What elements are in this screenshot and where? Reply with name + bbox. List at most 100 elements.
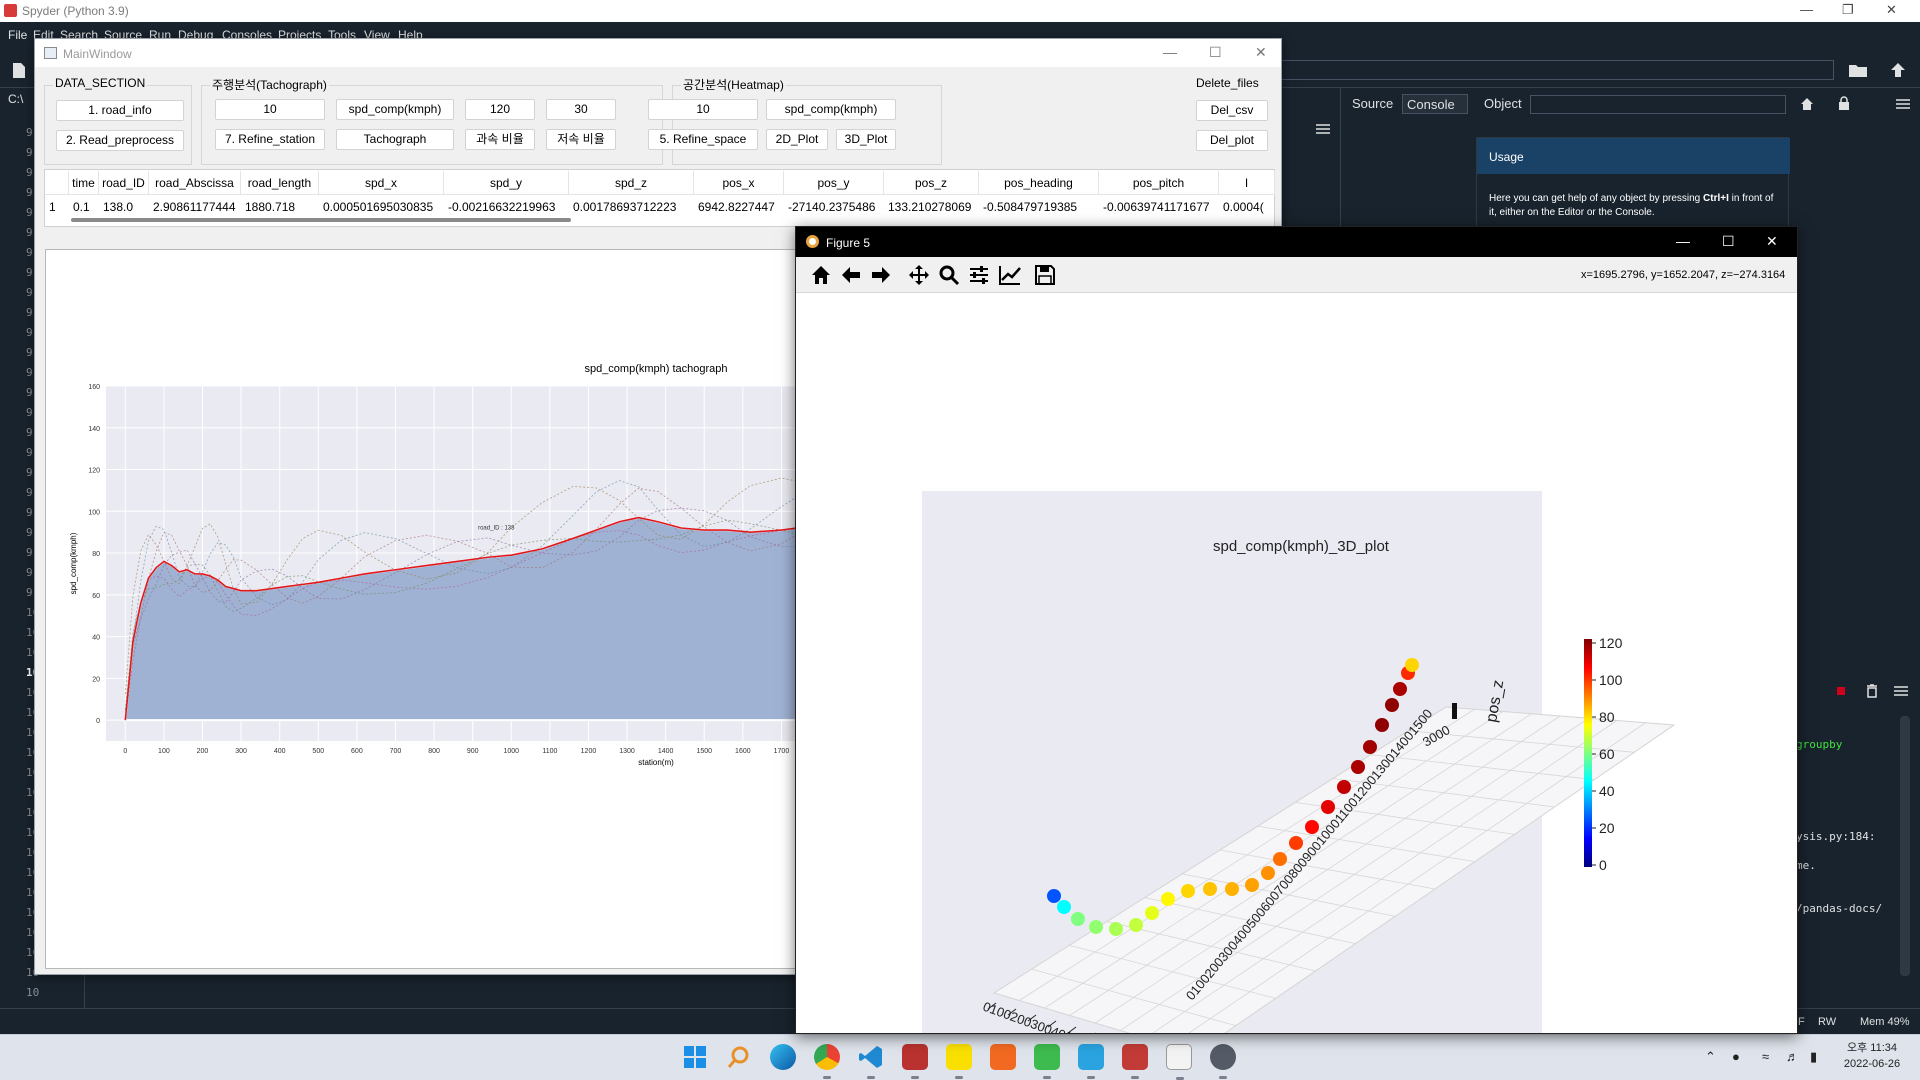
minimize-icon[interactable]: — xyxy=(1163,44,1177,60)
kakaotalk-icon[interactable] xyxy=(946,1044,972,1079)
stop-kernel-icon[interactable] xyxy=(1836,686,1846,696)
settings-gear-icon[interactable] xyxy=(1210,1044,1236,1079)
messenger-icon[interactable] xyxy=(1034,1044,1060,1079)
heatmap-grid-input[interactable]: 10 xyxy=(648,99,758,120)
column-header[interactable]: road_ID xyxy=(99,171,149,195)
minimize-icon[interactable]: — xyxy=(1676,233,1690,249)
speed-point xyxy=(1405,658,1419,672)
new-file-icon[interactable] xyxy=(12,62,26,79)
save-icon[interactable] xyxy=(1034,264,1056,286)
open-folder-icon[interactable] xyxy=(1848,62,1868,78)
maximize-icon[interactable]: ❐ xyxy=(1842,2,1854,18)
tray-app-icon[interactable]: ● xyxy=(1732,1049,1740,1064)
taskbar-clock[interactable]: 오후 11:34 2022-06-26 xyxy=(1832,1040,1912,1072)
refine-station-button[interactable]: 7. Refine_station xyxy=(215,129,325,150)
figure-canvas[interactable]: spd_comp(kmph)_3D_plot 010020030040050060… xyxy=(796,293,1797,1034)
delete-plot-button[interactable]: Del_plot xyxy=(1196,130,1268,151)
table-cell[interactable]: -0.00639741171677 xyxy=(1099,196,1219,218)
column-header[interactable]: road_Abscissa xyxy=(149,171,241,195)
table-cell[interactable]: 0.1 xyxy=(69,196,99,218)
column-header[interactable]: pos_y xyxy=(784,171,884,195)
column-header[interactable]: spd_y xyxy=(444,171,569,195)
column-header[interactable]: I xyxy=(1219,171,1275,195)
table-cell[interactable]: 0.000501695030835 xyxy=(319,196,444,218)
document-icon[interactable] xyxy=(1166,1044,1192,1080)
column-header[interactable]: time xyxy=(69,171,99,195)
tacho-over-speed-input[interactable]: 120 xyxy=(465,99,535,120)
data-table[interactable]: time road_ID road_Abscissa road_length s… xyxy=(44,169,1275,227)
close-icon[interactable]: ✕ xyxy=(1766,233,1778,250)
column-header[interactable]: spd_x xyxy=(319,171,444,195)
maximize-icon[interactable]: ☐ xyxy=(1722,233,1735,250)
column-header[interactable]: pos_heading xyxy=(979,171,1099,195)
table-cell[interactable]: 133.210278069 xyxy=(884,196,979,218)
notepad-icon[interactable] xyxy=(1078,1044,1104,1079)
volume-icon[interactable]: ♬ xyxy=(1786,1049,1799,1064)
table-cell[interactable]: -27140.2375486 xyxy=(784,196,884,218)
tray-chevron-icon[interactable]: ⌃ xyxy=(1705,1049,1716,1065)
column-header[interactable]: road_length xyxy=(241,171,319,195)
row-index[interactable]: 1 xyxy=(45,196,69,218)
spyder-icon-2[interactable] xyxy=(1122,1044,1148,1079)
battery-icon[interactable]: ▮ xyxy=(1810,1049,1817,1065)
help-object-input[interactable] xyxy=(1530,95,1786,114)
editor-options-icon[interactable] xyxy=(1316,124,1330,134)
table-cell[interactable]: 2.90861177444 xyxy=(149,196,241,218)
configure-icon[interactable] xyxy=(968,264,990,286)
console-options-icon[interactable] xyxy=(1894,686,1908,696)
heatmap-field-select[interactable]: spd_comp(kmph) xyxy=(766,99,896,120)
minimize-icon[interactable]: — xyxy=(1800,2,1813,17)
zoom-icon[interactable] xyxy=(938,264,960,286)
search-icon[interactable] xyxy=(726,1044,752,1070)
read-preprocess-button[interactable]: 2. Read_preprocess xyxy=(56,130,184,151)
chrome-icon[interactable] xyxy=(814,1044,840,1079)
spyder-taskbar-icon[interactable] xyxy=(902,1044,928,1079)
menu-file[interactable]: File xyxy=(8,28,27,42)
table-cell[interactable]: -0.00216632219963 xyxy=(444,196,569,218)
close-icon[interactable]: ✕ xyxy=(1255,44,1267,61)
help-options-icon[interactable] xyxy=(1896,99,1910,109)
table-cell[interactable]: 0.00178693712223 xyxy=(569,196,694,218)
plot-2d-button[interactable]: 2D_Plot xyxy=(766,129,828,150)
table-cell[interactable]: 6942.8227447 xyxy=(694,196,784,218)
back-icon[interactable] xyxy=(840,264,862,286)
column-header[interactable]: spd_z xyxy=(569,171,694,195)
parent-dir-icon[interactable] xyxy=(1890,62,1906,78)
overspeed-ratio-button[interactable]: 과속 비율 xyxy=(465,129,535,150)
table-cell[interactable]: 1880.718 xyxy=(241,196,319,218)
office-icon[interactable] xyxy=(990,1044,1016,1070)
table-cell[interactable]: 138.0 xyxy=(99,196,149,218)
maximize-icon[interactable]: ☐ xyxy=(1209,44,1222,61)
home-icon[interactable] xyxy=(810,264,832,286)
close-icon[interactable]: ✕ xyxy=(1886,2,1897,18)
column-header[interactable]: pos_z xyxy=(884,171,979,195)
console-scrollbar[interactable] xyxy=(1900,716,1910,976)
column-header[interactable]: pos_pitch xyxy=(1099,171,1219,195)
column-header[interactable]: pos_x xyxy=(694,171,784,195)
lock-icon[interactable] xyxy=(1838,96,1850,111)
table-cell[interactable]: -0.508479719385 xyxy=(979,196,1099,218)
delete-csv-button[interactable]: Del_csv xyxy=(1196,100,1268,121)
table-horizontal-scrollbar[interactable] xyxy=(71,218,571,222)
tacho-field-select[interactable]: spd_comp(kmph) xyxy=(336,99,454,120)
home-icon[interactable] xyxy=(1800,97,1814,111)
3d-plot[interactable]: spd_comp(kmph)_3D_plot010020030040050060… xyxy=(796,293,1797,1034)
table-cell[interactable]: 0.0004( xyxy=(1219,196,1275,218)
tachograph-button[interactable]: Tachograph xyxy=(336,129,454,150)
forward-icon[interactable] xyxy=(870,264,892,286)
help-source-select[interactable]: Console xyxy=(1402,94,1468,114)
start-icon[interactable] xyxy=(682,1044,708,1070)
tacho-low-speed-input[interactable]: 30 xyxy=(546,99,616,120)
working-directory-input[interactable] xyxy=(1262,60,1834,80)
pan-icon[interactable] xyxy=(908,264,930,286)
remove-variables-icon[interactable] xyxy=(1866,684,1878,698)
plot-3d-button[interactable]: 3D_Plot xyxy=(836,129,896,150)
refine-space-button[interactable]: 5. Refine_space xyxy=(648,129,758,150)
edit-axis-icon[interactable] xyxy=(998,264,1022,286)
vscode-icon[interactable] xyxy=(858,1044,884,1079)
road-info-button[interactable]: 1. road_info xyxy=(56,100,184,121)
edge-icon[interactable] xyxy=(770,1044,796,1070)
wifi-icon[interactable]: ≈ xyxy=(1762,1049,1769,1064)
lowspeed-ratio-button[interactable]: 저속 비율 xyxy=(546,129,616,150)
tacho-interval-input[interactable]: 10 xyxy=(215,99,325,120)
